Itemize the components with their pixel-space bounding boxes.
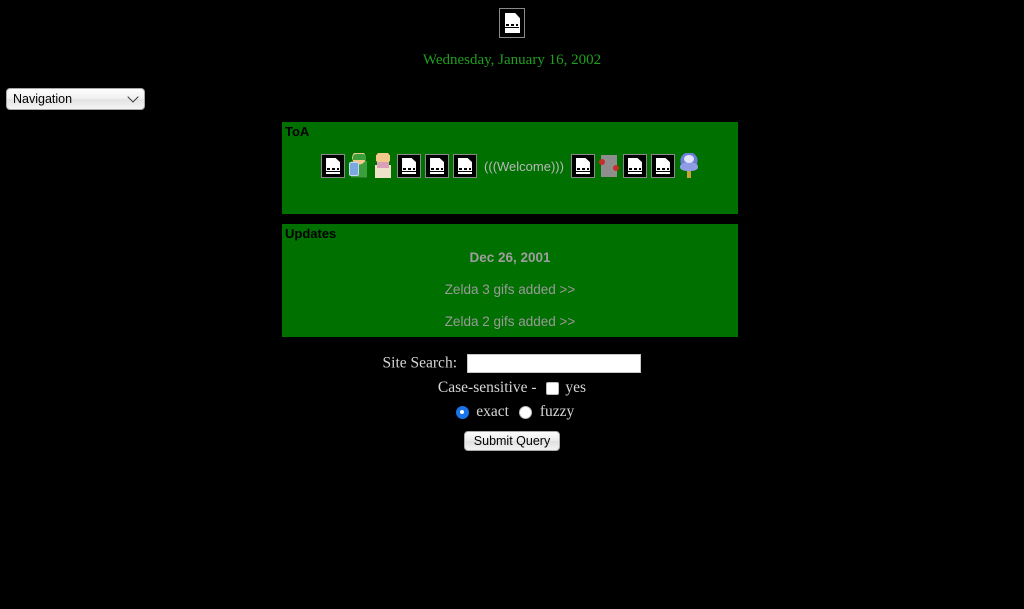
case-sensitive-label: Case-sensitive -: [437, 379, 537, 396]
broken-image-icon[interactable]: [453, 154, 478, 178]
toa-icon-row: (((Welcome))): [282, 153, 738, 179]
search-label: Site Search:: [382, 354, 457, 372]
site-search-form: Site Search: Case-sensitive - yes exact …: [0, 354, 1024, 457]
match-mode-row: exact fuzzy: [0, 403, 1024, 421]
broken-image-icon[interactable]: [650, 154, 675, 178]
rock-creature-sprite[interactable]: [597, 153, 620, 179]
submit-row: Submit Query: [0, 427, 1024, 452]
updates-panel-title: Updates: [285, 226, 337, 241]
navigation-select-label: Navigation: [13, 92, 73, 106]
case-sensitive-yes-label: yes: [565, 379, 587, 396]
radio-fuzzy-label: fuzzy: [539, 403, 575, 421]
site-logo-container: [0, 8, 1024, 38]
welcome-text: (((Welcome))): [484, 158, 564, 174]
update-link-zelda2[interactable]: Zelda 2 gifs added >>: [282, 314, 738, 329]
link-sprite[interactable]: [348, 153, 371, 179]
submit-query-button[interactable]: Submit Query: [463, 431, 561, 452]
ornament-sprite[interactable]: [677, 153, 700, 179]
update-link-zelda3[interactable]: Zelda 3 gifs added >>: [282, 282, 738, 297]
broken-image-icon[interactable]: [425, 154, 450, 178]
case-sensitive-row: Case-sensitive - yes: [0, 379, 1024, 397]
case-sensitive-checkbox[interactable]: [545, 381, 559, 395]
search-input[interactable]: [467, 354, 642, 373]
updates-panel: Updates Dec 26, 2001 Zelda 3 gifs added …: [282, 224, 738, 337]
broken-image-icon[interactable]: [622, 154, 647, 178]
update-date: Dec 26, 2001: [469, 250, 551, 265]
broken-image-icon[interactable]: [499, 8, 525, 38]
page-root: Wednesday, January 16, 2002 Navigation T…: [0, 0, 1024, 609]
current-date: Wednesday, January 16, 2002: [422, 52, 602, 68]
chevron-down-icon: [127, 91, 139, 103]
navigation-select[interactable]: Navigation: [6, 88, 145, 110]
search-input-row: Site Search:: [0, 354, 1024, 373]
toa-panel: ToA (((Welcome))): [282, 122, 738, 214]
radio-exact-label: exact: [476, 403, 509, 421]
zelda-sprite[interactable]: [372, 153, 395, 179]
broken-image-icon[interactable]: [321, 154, 346, 178]
bottom-banner-area: Vote for us! SITES Death Mountain Crater…: [0, 466, 1024, 576]
broken-image-icon[interactable]: [397, 154, 422, 178]
radio-exact[interactable]: [455, 405, 469, 419]
radio-fuzzy[interactable]: [519, 405, 533, 419]
toa-panel-title: ToA: [285, 124, 310, 139]
broken-image-icon[interactable]: [570, 154, 595, 178]
